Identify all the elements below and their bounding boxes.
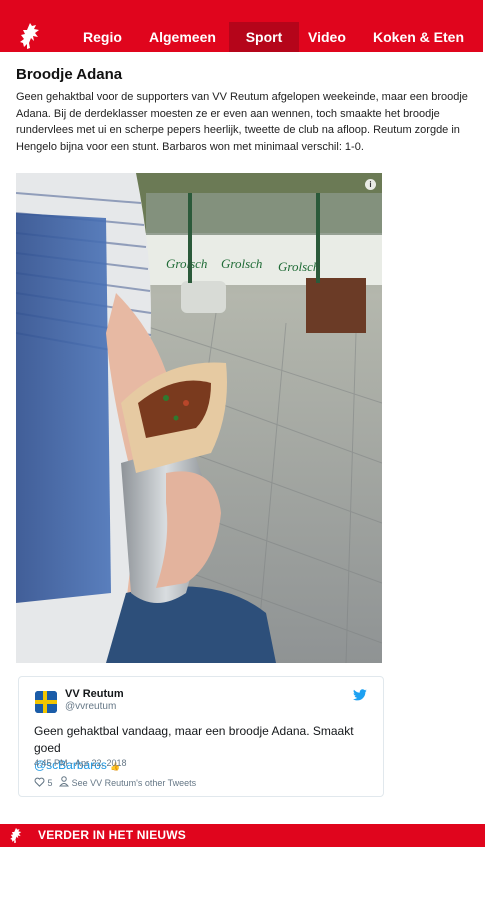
nav-item-algemeen[interactable]: Algemeen [149, 22, 219, 52]
tweet-author-handle[interactable]: @vvreutum [65, 701, 116, 712]
more-news-title: VERDER IN HET NIEUWS [38, 828, 187, 842]
tweet-body: Geen gehaktbal vandaag, maar een broodje… [34, 724, 354, 755]
tweet-footer: 5 See VV Reutum's other Tweets [34, 776, 196, 789]
tweet-timestamp[interactable]: 4:45 PM - Apr 22, 2018 [34, 758, 127, 768]
embedded-tweet[interactable]: VV Reutum @vvreutum Geen gehaktbal vanda… [18, 676, 384, 797]
other-tweets-link[interactable]: See VV Reutum's other Tweets [72, 778, 197, 788]
tweet-author-name[interactable]: VV Reutum [65, 688, 124, 700]
tubantia-horse-logo-icon [10, 827, 22, 844]
article-body: Geen gehaktbal voor de supporters van VV… [16, 91, 468, 153]
article-title: Broodje Adana [16, 66, 123, 83]
twitter-bird-icon[interactable] [353, 689, 367, 701]
nav-item-video[interactable]: Video [308, 22, 348, 52]
nav-item-sport[interactable]: Sport [229, 22, 299, 52]
article-photo[interactable]: Grolsch Grolsch Grolsch i [16, 173, 382, 663]
nav-item-regio[interactable]: Regio [83, 22, 123, 52]
nav-item-koken-eten[interactable]: Koken & Eten [373, 22, 473, 52]
heart-icon[interactable] [34, 777, 45, 789]
avatar[interactable] [35, 691, 57, 713]
grolsch-banner-text: Grolsch [166, 256, 207, 271]
info-icon[interactable]: i [365, 179, 376, 190]
tubantia-horse-logo-icon[interactable] [18, 22, 42, 50]
grolsch-banner-text: Grolsch [221, 256, 262, 271]
vv-reutum-crest-icon [35, 691, 57, 713]
top-navigation-bar: Regio Algemeen Sport Video Koken & Eten [0, 0, 483, 52]
more-news-bar: VERDER IN HET NIEUWS [0, 824, 485, 847]
like-count[interactable]: 5 [48, 778, 53, 788]
grolsch-banner-text: Grolsch [278, 259, 319, 274]
person-icon [59, 776, 70, 789]
photo-illustration: Grolsch Grolsch Grolsch [16, 173, 382, 663]
